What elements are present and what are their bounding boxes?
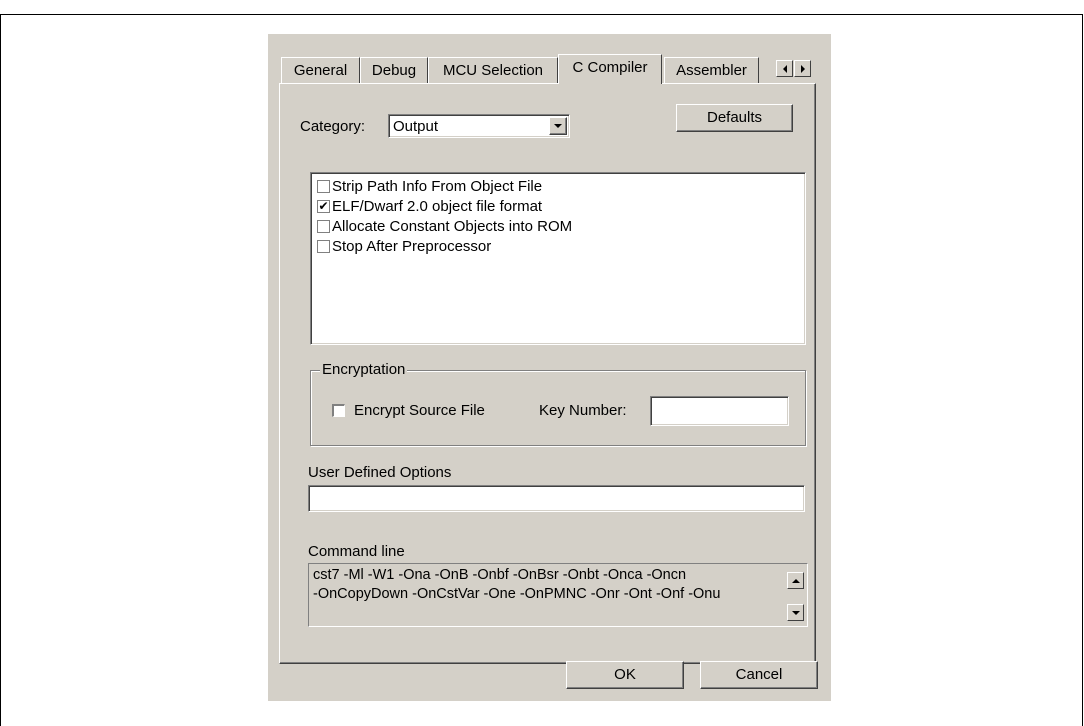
category-value: Output: [393, 118, 439, 135]
ok-button[interactable]: OK: [566, 661, 684, 689]
command-line-text-1: cst7 -Ml -W1 -Ona -OnB -Onbf -OnBsr -Onb…: [313, 567, 687, 583]
arrow-left-icon: [782, 64, 787, 73]
tab-c-compiler[interactable]: C Compiler: [558, 54, 662, 84]
key-number-label: Key Number:: [539, 402, 627, 419]
option-allocate-constants[interactable]: Allocate Constant Objects into ROM: [317, 216, 572, 236]
command-line-box: cst7 -Ml -W1 -Ona -OnB -Onbf -OnBsr -Onb…: [308, 563, 808, 627]
scroll-up-button[interactable]: [787, 572, 804, 589]
cancel-button[interactable]: Cancel: [700, 661, 818, 689]
scroll-down-button[interactable]: [787, 604, 804, 621]
key-number-field[interactable]: [650, 396, 789, 426]
encryption-group-label: Encryptation: [320, 361, 408, 378]
tab-scroll-left-button[interactable]: [776, 60, 793, 77]
user-options-field[interactable]: [308, 485, 805, 512]
options-list: Strip Path Info From Object File ✔ ELF/D…: [310, 172, 806, 345]
option-label: ELF/Dwarf 2.0 object file format: [332, 197, 543, 215]
category-select[interactable]: Output: [388, 114, 570, 138]
tab-assembler[interactable]: Assembler: [664, 57, 759, 83]
defaults-button[interactable]: Defaults: [676, 104, 793, 132]
tab-mcu-selection[interactable]: MCU Selection: [428, 57, 558, 83]
option-elf-dwarf[interactable]: ✔ ELF/Dwarf 2.0 object file format: [317, 196, 542, 216]
checkbox-checked[interactable]: ✔: [317, 199, 330, 213]
encrypt-source-option[interactable]: Encrypt Source File: [332, 402, 485, 419]
checkbox[interactable]: [317, 179, 330, 193]
option-label: Stop After Preprocessor: [332, 237, 492, 255]
project-settings-dialog: General Debug MCU Selection C Compiler A…: [268, 34, 831, 701]
encrypt-label: Encrypt Source File: [354, 402, 485, 419]
tab-debug[interactable]: Debug: [360, 57, 428, 83]
arrow-right-icon: [800, 64, 805, 73]
checkbox[interactable]: [317, 239, 330, 253]
command-line-label: Command line: [308, 543, 405, 560]
command-line-text-2: -OnCopyDown -OnCstVar -One -OnPMNC -Onr …: [313, 586, 721, 602]
tab-general[interactable]: General: [281, 57, 360, 83]
dropdown-button[interactable]: [549, 117, 567, 135]
encrypt-checkbox[interactable]: [332, 404, 345, 417]
option-stop-preprocessor[interactable]: Stop After Preprocessor: [317, 236, 491, 256]
arrow-down-icon: [791, 610, 800, 615]
category-label: Category:: [300, 118, 366, 135]
option-label: Strip Path Info From Object File: [332, 177, 543, 195]
chevron-down-icon: [554, 124, 562, 128]
user-options-label: User Defined Options: [308, 464, 452, 481]
option-label: Allocate Constant Objects into ROM: [332, 217, 573, 235]
checkbox[interactable]: [317, 219, 330, 233]
arrow-up-icon: [791, 578, 800, 583]
tab-scroll-right-button[interactable]: [794, 60, 811, 77]
option-strip-path[interactable]: Strip Path Info From Object File: [317, 176, 542, 196]
